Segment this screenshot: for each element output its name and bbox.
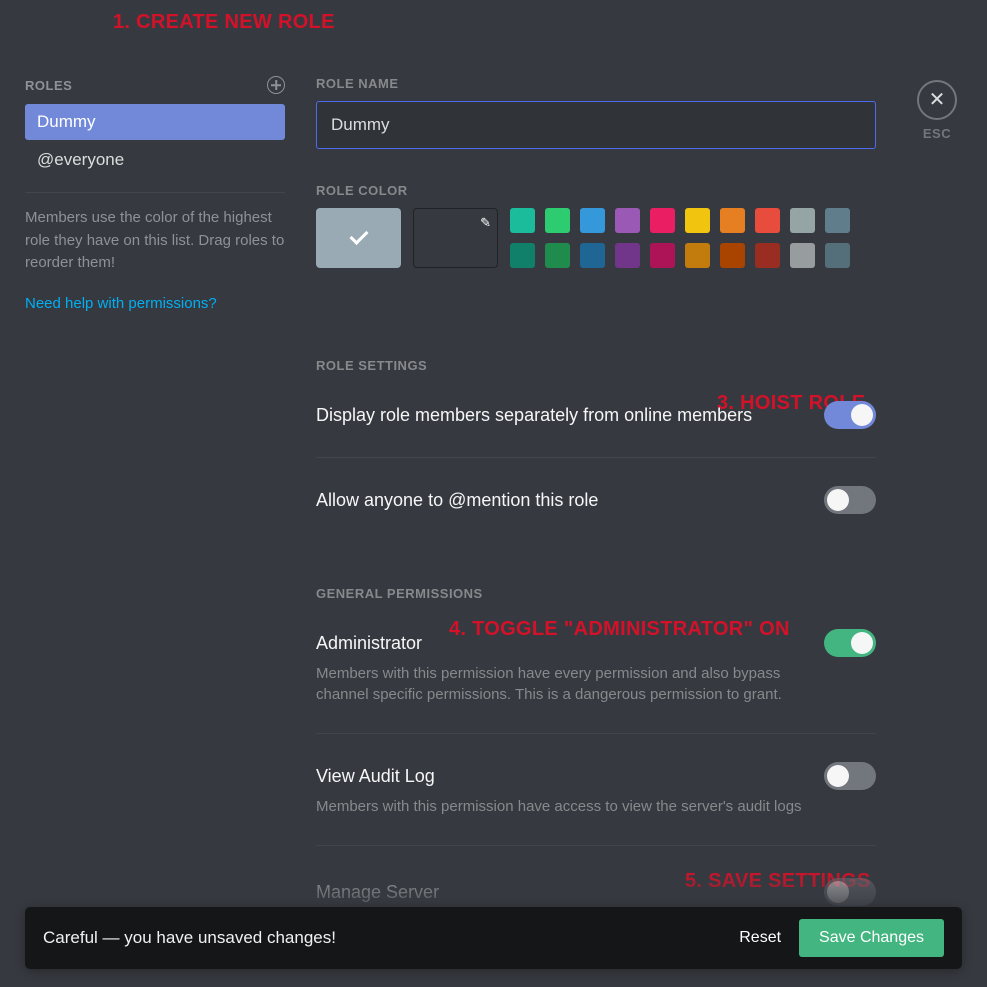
hoist-toggle[interactable] <box>824 401 876 429</box>
manage-server-label: Manage Server <box>316 882 439 903</box>
roles-sidebar: ROLES Dummy @everyone Members use the co… <box>25 76 285 312</box>
close-button[interactable]: ✕ ESC <box>917 80 957 141</box>
esc-label: ESC <box>917 126 957 141</box>
administrator-label: Administrator <box>316 633 422 654</box>
annotation-create-role: 1. CREATE NEW ROLE <box>113 11 335 34</box>
color-swatch[interactable] <box>545 208 570 233</box>
sidebar-divider <box>25 192 285 193</box>
unsaved-message: Careful — you have unsaved changes! <box>43 928 721 948</box>
color-swatch[interactable] <box>615 243 640 268</box>
role-settings-heading: ROLE SETTINGS <box>316 358 876 373</box>
close-icon: ✕ <box>917 80 957 120</box>
color-swatch[interactable] <box>825 208 850 233</box>
roles-hint: Members use the color of the highest rol… <box>25 207 285 275</box>
eyedropper-icon: ✎ <box>480 215 491 231</box>
mention-toggle[interactable] <box>824 486 876 514</box>
color-swatch[interactable] <box>650 208 675 233</box>
color-swatch[interactable] <box>755 208 780 233</box>
color-swatch[interactable] <box>825 243 850 268</box>
color-swatch[interactable] <box>545 243 570 268</box>
administrator-desc: Members with this permission have every … <box>316 663 826 705</box>
color-swatch[interactable] <box>580 243 605 268</box>
save-changes-button[interactable]: Save Changes <box>799 919 944 957</box>
divider <box>316 845 876 846</box>
color-swatch[interactable] <box>790 243 815 268</box>
add-role-button[interactable] <box>267 76 285 94</box>
color-swatch[interactable] <box>650 243 675 268</box>
color-swatch[interactable] <box>510 208 535 233</box>
divider <box>316 457 876 458</box>
color-swatch[interactable] <box>580 208 605 233</box>
hoist-label: Display role members separately from onl… <box>316 405 752 426</box>
administrator-toggle[interactable] <box>824 629 876 657</box>
manage-server-toggle[interactable] <box>824 878 876 906</box>
role-editor: ROLE NAME ROLE COLOR ✎ ROLE SETTINGS Dis… <box>316 76 876 874</box>
color-swatch[interactable] <box>720 208 745 233</box>
color-swatch[interactable] <box>790 208 815 233</box>
color-swatch[interactable] <box>510 243 535 268</box>
unsaved-changes-bar: Careful — you have unsaved changes! Rese… <box>25 907 962 969</box>
color-default[interactable] <box>316 208 401 268</box>
color-custom[interactable]: ✎ <box>413 208 498 268</box>
roles-heading: ROLES <box>25 78 72 93</box>
color-swatch[interactable] <box>720 243 745 268</box>
mention-label: Allow anyone to @mention this role <box>316 490 598 511</box>
role-color-label: ROLE COLOR <box>316 183 876 198</box>
audit-label: View Audit Log <box>316 766 435 787</box>
role-name-label: ROLE NAME <box>316 76 876 91</box>
general-permissions-heading: GENERAL PERMISSIONS <box>316 586 876 601</box>
color-swatch[interactable] <box>685 243 710 268</box>
audit-toggle[interactable] <box>824 762 876 790</box>
check-icon <box>346 225 372 251</box>
role-item-everyone[interactable]: @everyone <box>25 142 285 178</box>
color-swatch[interactable] <box>755 243 780 268</box>
role-name-input[interactable] <box>316 101 876 149</box>
permissions-help-link[interactable]: Need help with permissions? <box>25 295 285 312</box>
color-swatch[interactable] <box>615 208 640 233</box>
audit-desc: Members with this permission have access… <box>316 796 826 817</box>
divider <box>316 733 876 734</box>
color-swatch[interactable] <box>685 208 710 233</box>
role-item-dummy[interactable]: Dummy <box>25 104 285 140</box>
reset-button[interactable]: Reset <box>721 919 799 957</box>
